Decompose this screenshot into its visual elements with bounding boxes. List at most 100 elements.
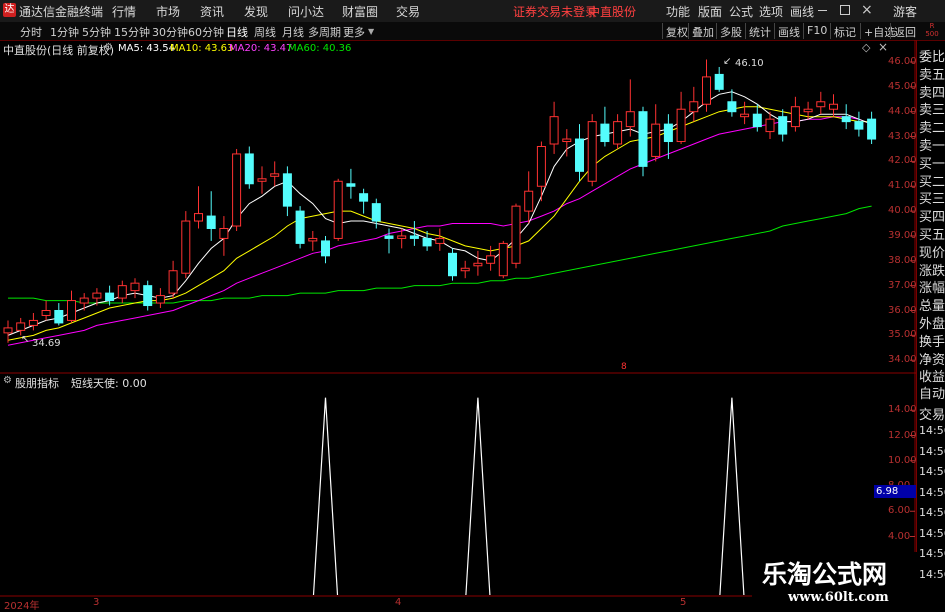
price-tick-label: 40.00 [888, 205, 917, 217]
side-trade-item: 14:56 [919, 485, 945, 499]
candle-body [346, 183, 356, 187]
sub-tick-label: 12.00 [888, 429, 917, 441]
side-quote-item: 卖一 [919, 139, 945, 154]
candle-down [575, 124, 584, 182]
candle-body [651, 123, 661, 157]
candle-body [829, 103, 838, 110]
sub-tick-label: 6.00 [888, 505, 911, 517]
candle-down [600, 106, 610, 147]
candle-up [270, 161, 280, 187]
side-trade-item[interactable]: 自动 [919, 383, 945, 402]
side-quote-item: 卖五 [919, 67, 945, 83]
price-tick-label: 35.00 [888, 329, 917, 341]
sub-panel-settings-icon[interactable]: ⚙ [3, 375, 12, 386]
candle-down [282, 166, 292, 217]
candle-down [359, 188, 369, 214]
candle-body [333, 180, 343, 239]
ma10-line [7, 106, 872, 341]
candle-up [498, 240, 508, 279]
candle-body [486, 255, 496, 264]
candle-body [536, 145, 546, 187]
candle-body [549, 116, 559, 145]
candle-body [117, 285, 127, 299]
candle-body [460, 267, 470, 272]
candle-body [384, 235, 394, 239]
candle-down [841, 104, 851, 130]
side-quote-item: 涨幅 [919, 281, 945, 297]
candle-up [613, 114, 623, 149]
candle-body [448, 252, 457, 277]
candle-body [282, 173, 292, 207]
candle-up [219, 216, 229, 256]
rank-badge: R 500 [920, 22, 944, 38]
candle-down [854, 111, 864, 137]
sub-spike [719, 397, 745, 596]
candle-body [790, 106, 800, 128]
candle-up [333, 178, 343, 241]
price-tick-label: 38.00 [888, 254, 917, 266]
sub-panel-title: 股朋指标 [15, 377, 59, 390]
candle-body [143, 285, 153, 307]
candle-body [625, 111, 635, 128]
high-label-arrow: ↙ [723, 56, 732, 67]
side-quote-item: 涨跌 [919, 263, 945, 279]
date-may: 5 [680, 597, 687, 608]
price-tick-label: 34.00 [888, 354, 917, 366]
candle-body [397, 235, 407, 239]
side-quote-item: 买四 [919, 210, 945, 226]
candle-up [625, 79, 635, 137]
candle-body [473, 262, 483, 267]
candle-down [295, 206, 305, 249]
candle-body [587, 121, 597, 182]
sub-spike [465, 397, 491, 596]
candle-body [816, 101, 826, 108]
candle-body [676, 108, 686, 143]
candle-body [752, 113, 762, 128]
candle-body [181, 220, 191, 274]
candle-down [638, 106, 648, 177]
watermark: 乐淘公式网 www.60lt.com [752, 552, 917, 609]
side-quote-item: 卖四 [919, 85, 945, 101]
side-quote-item: 买三 [919, 192, 945, 208]
ma10-path [7, 106, 872, 341]
candle-up [790, 96, 800, 132]
side-trade-item[interactable]: 交易 [919, 404, 945, 423]
candle-up [28, 312, 38, 331]
price-tick-label: 36.00 [888, 304, 917, 316]
side-quote-item: 净资 [919, 352, 945, 368]
candle-up [181, 211, 191, 279]
candle-body [3, 327, 13, 334]
candle-body [740, 113, 750, 118]
candle-body [257, 178, 267, 182]
candle-body [422, 237, 432, 247]
side-quote-item: 总量 [919, 299, 945, 315]
date-year: 2024年 [4, 601, 40, 612]
candle-body [371, 203, 381, 222]
candle-down [778, 109, 788, 142]
date-march: 3 [93, 597, 100, 608]
candle-body [41, 310, 51, 316]
price-tick-label: 39.00 [888, 229, 917, 241]
candle-up [511, 203, 521, 269]
kline-chart[interactable]: 8 [0, 0, 916, 609]
event-marker: 8 [621, 362, 627, 372]
candle-down [409, 221, 419, 246]
rank-badge-line2: 500 [925, 30, 939, 38]
candle-body [778, 116, 788, 135]
candle-body [219, 227, 229, 239]
candle-body [841, 116, 851, 123]
candle-body [16, 322, 26, 331]
candle-body [130, 282, 140, 292]
candle-body [854, 121, 864, 130]
candle-up [117, 280, 127, 304]
candle-down [244, 146, 254, 189]
side-quote-item: 卖三 [919, 103, 945, 119]
high-label: 46.10 [735, 58, 764, 69]
candle-up [155, 288, 165, 309]
candle-body [194, 213, 203, 222]
candle-up [168, 260, 178, 299]
candle-up [308, 230, 318, 251]
price-tick-label: 44.00 [888, 105, 917, 117]
candles [3, 59, 877, 343]
side-trade-item: 14:56 [919, 526, 945, 540]
